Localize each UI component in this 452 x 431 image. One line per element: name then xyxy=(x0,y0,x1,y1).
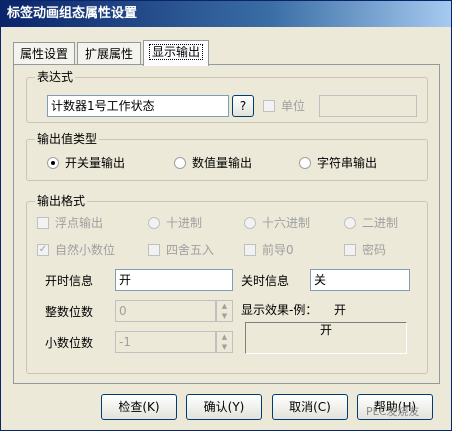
dialog-window: 标签动画组态属性设置 属性设置 扩展属性 显示输出 表达式 计数器1号工作状态 … xyxy=(0,0,452,431)
leading-zero-label: 前导0 xyxy=(262,243,294,257)
numeric-output-radio[interactable] xyxy=(174,157,186,169)
preview-label: 显示效果-例： xyxy=(241,303,318,317)
watermark: PLC发烧友 xyxy=(366,405,420,418)
binary-radio[interactable] xyxy=(344,217,356,229)
expression-legend: 表达式 xyxy=(35,69,76,85)
round-label: 四舍五入 xyxy=(166,243,215,257)
on-info-input[interactable]: 开 xyxy=(115,269,233,291)
float-output-label: 浮点输出 xyxy=(55,216,104,230)
tab-label: 扩展属性 xyxy=(84,47,133,61)
output-type-group: 输出值类型 开关量输出 数值量输出 字符串输出 xyxy=(26,131,428,181)
off-info-label: 关时信息 xyxy=(241,274,290,288)
preview-box: 开 xyxy=(245,322,407,354)
tab-label: 显示输出 xyxy=(148,44,203,60)
decimal-label: 十进制 xyxy=(166,216,203,230)
tab-display-output[interactable]: 显示输出 xyxy=(143,40,209,66)
output-format-group: 输出格式 浮点输出 十进制 十六进制 二进制 ✓ 自然小数位 四舍五入 前导0 … xyxy=(26,193,428,374)
binary-label: 二进制 xyxy=(362,216,399,230)
hex-radio[interactable] xyxy=(244,217,256,229)
password-checkbox[interactable] xyxy=(344,244,356,256)
off-info-input[interactable]: 关 xyxy=(310,269,410,291)
expression-query-button[interactable]: ? xyxy=(232,95,254,117)
tab-label: 属性设置 xyxy=(19,47,68,61)
spin-down-icon[interactable]: ▼ xyxy=(217,311,232,321)
decimal-digits-label: 小数位数 xyxy=(45,336,94,350)
numeric-output-label: 数值量输出 xyxy=(192,156,253,170)
window-title: 标签动画组态属性设置 xyxy=(7,6,138,21)
tab-property-settings[interactable]: 属性设置 xyxy=(13,42,75,64)
leading-zero-checkbox[interactable] xyxy=(244,244,256,256)
tab-extended-properties[interactable]: 扩展属性 xyxy=(77,42,141,64)
auto-decimal-label: 自然小数位 xyxy=(55,243,116,257)
decimal-digits-input[interactable]: -1 xyxy=(115,331,216,353)
decimal-radio[interactable] xyxy=(148,217,160,229)
output-format-legend: 输出格式 xyxy=(35,193,88,209)
spin-down-icon[interactable]: ▼ xyxy=(217,342,232,352)
hex-label: 十六进制 xyxy=(262,216,311,230)
title-bar[interactable]: 标签动画组态属性设置 xyxy=(1,1,451,27)
preview-example: 开 xyxy=(334,303,347,317)
unit-label: 单位 xyxy=(281,99,306,113)
password-label: 密码 xyxy=(362,243,387,257)
expression-group: 表达式 计数器1号工作状态 ? 单位 xyxy=(26,69,428,123)
switch-output-radio[interactable] xyxy=(47,157,59,169)
output-type-legend: 输出值类型 xyxy=(35,131,100,147)
integer-digits-spinner[interactable]: ▲ ▼ xyxy=(216,300,233,322)
check-button[interactable]: 检查(K) xyxy=(101,394,177,420)
cancel-button[interactable]: 取消(C) xyxy=(272,394,348,420)
unit-input[interactable] xyxy=(319,95,417,117)
confirm-button[interactable]: 确认(Y) xyxy=(186,394,262,420)
auto-decimal-checkbox[interactable]: ✓ xyxy=(37,244,49,256)
integer-digits-input[interactable]: 0 xyxy=(115,300,216,322)
integer-digits-label: 整数位数 xyxy=(45,305,94,319)
float-output-checkbox[interactable] xyxy=(37,217,49,229)
tab-panel: 表达式 计数器1号工作状态 ? 单位 输出值类型 开关量输出 数值量输出 字符串… xyxy=(13,64,440,384)
switch-output-label: 开关量输出 xyxy=(65,156,126,170)
string-output-radio[interactable] xyxy=(299,157,311,169)
preview-value: 开 xyxy=(319,323,332,337)
spin-up-icon[interactable]: ▲ xyxy=(217,301,232,311)
on-info-label: 开时信息 xyxy=(45,274,94,288)
round-checkbox[interactable] xyxy=(148,244,160,256)
spin-up-icon[interactable]: ▲ xyxy=(217,332,232,342)
unit-checkbox[interactable] xyxy=(263,100,275,112)
decimal-digits-spinner[interactable]: ▲ ▼ xyxy=(216,331,233,353)
string-output-label: 字符串输出 xyxy=(317,156,378,170)
expression-input[interactable]: 计数器1号工作状态 xyxy=(47,95,229,117)
